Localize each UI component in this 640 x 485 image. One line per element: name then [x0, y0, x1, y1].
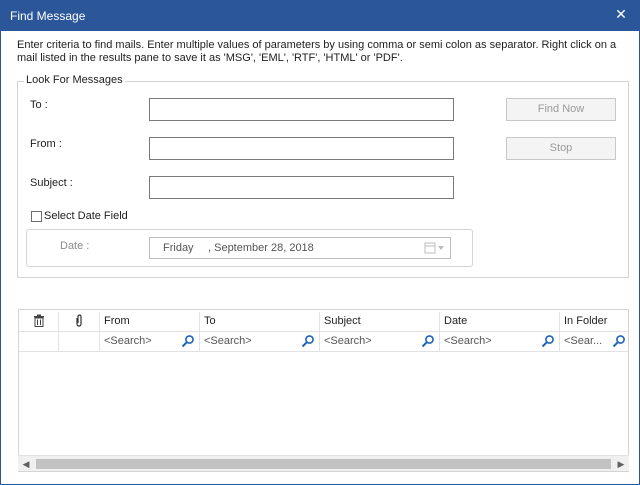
subject-label: Subject : — [30, 177, 73, 189]
instructions-text: Enter criteria to find mails. Enter mult… — [17, 39, 617, 64]
search-icon[interactable] — [612, 334, 626, 348]
date-value: , September 28, 2018 — [208, 242, 314, 254]
scroll-right-icon[interactable]: ▶ — [613, 456, 629, 472]
find-message-dialog: Find Message ✕ Enter criteria to find ma… — [0, 0, 640, 485]
to-input[interactable] — [149, 98, 454, 121]
horizontal-scrollbar[interactable]: ◀ ▶ — [18, 455, 629, 471]
search-subject-input[interactable]: <Search> — [324, 335, 372, 347]
attachment-column-header[interactable] — [59, 312, 100, 332]
find-now-button[interactable]: Find Now — [506, 98, 616, 121]
column-header-in-folder[interactable]: In Folder — [560, 312, 628, 332]
search-from-input[interactable]: <Search> — [104, 335, 152, 347]
search-to-cell[interactable]: <Search> — [200, 332, 320, 352]
results-grid: From To Subject Date In Folder <Search> … — [18, 309, 629, 472]
title-bar: Find Message ✕ — [1, 1, 639, 31]
search-date-cell[interactable]: <Search> — [440, 332, 560, 352]
search-cell-empty — [19, 332, 59, 352]
window-title: Find Message — [10, 9, 86, 23]
column-header-subject[interactable]: Subject — [320, 312, 440, 332]
search-folder-input[interactable]: <Sear... — [564, 335, 602, 347]
search-to-input[interactable]: <Search> — [204, 335, 252, 347]
column-header-to[interactable]: To — [200, 312, 320, 332]
trash-icon — [33, 314, 45, 330]
search-icon[interactable] — [421, 334, 435, 348]
search-date-input[interactable]: <Search> — [444, 335, 492, 347]
scrollbar-thumb[interactable] — [36, 459, 611, 469]
search-cell-empty — [59, 332, 100, 352]
stop-button[interactable]: Stop — [506, 137, 616, 160]
search-icon[interactable] — [301, 334, 315, 348]
column-header-date[interactable]: Date — [440, 312, 560, 332]
search-folder-cell[interactable]: <Sear... — [560, 332, 628, 352]
delete-column-header[interactable] — [19, 312, 59, 332]
grid-header: From To Subject Date In Folder — [19, 312, 628, 332]
scroll-left-icon[interactable]: ◀ — [18, 456, 34, 472]
close-icon[interactable]: ✕ — [613, 6, 629, 22]
select-date-checkbox[interactable] — [31, 211, 42, 222]
search-subject-cell[interactable]: <Search> — [320, 332, 440, 352]
from-label: From : — [30, 138, 62, 150]
paperclip-icon — [75, 314, 83, 330]
search-from-cell[interactable]: <Search> — [100, 332, 200, 352]
date-day: Friday — [163, 242, 194, 254]
column-header-from[interactable]: From — [100, 312, 200, 332]
from-input[interactable] — [149, 137, 454, 160]
calendar-dropdown-icon[interactable] — [424, 241, 446, 255]
search-icon[interactable] — [541, 334, 555, 348]
date-label: Date : — [60, 240, 90, 252]
to-label: To : — [30, 99, 48, 111]
subject-input[interactable] — [149, 176, 454, 199]
search-icon[interactable] — [181, 334, 195, 348]
group-legend: Look For Messages — [24, 74, 125, 86]
select-date-label: Select Date Field — [44, 210, 128, 222]
date-picker[interactable]: Friday , September 28, 2018 — [149, 237, 451, 259]
grid-search-row: <Search> <Search> <Search> <Search> <Sea… — [19, 332, 628, 352]
